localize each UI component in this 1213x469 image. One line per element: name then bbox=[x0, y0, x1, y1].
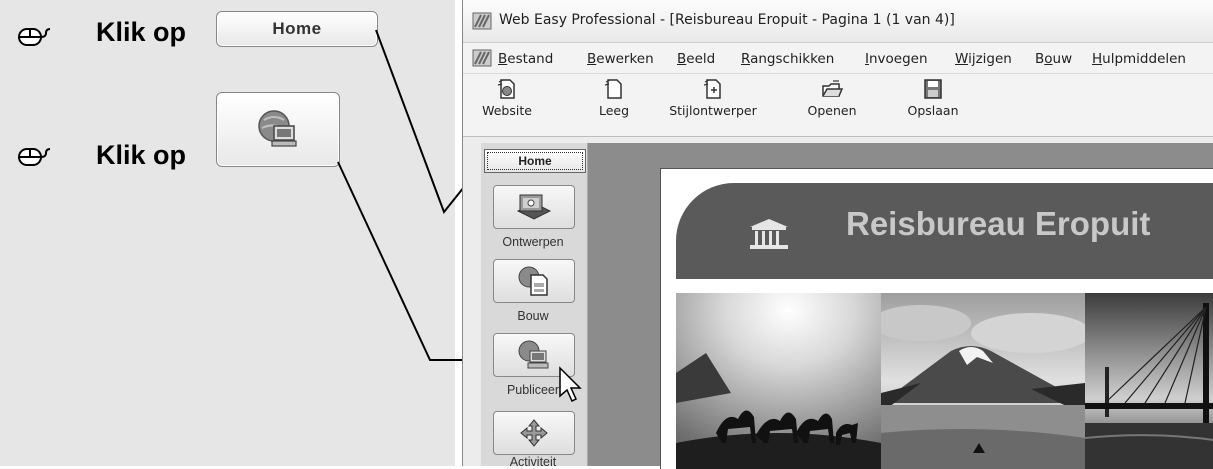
step2-text: Klik op bbox=[96, 140, 187, 170]
sidebar-ontwerpen-button[interactable] bbox=[493, 185, 575, 229]
page-canvas: Reisbureau Eropuit bbox=[588, 143, 1213, 469]
menu-bewerken[interactable]: Bewerken bbox=[587, 51, 654, 67]
sidebar: Home Ontwerpen Bouw Publiceer Activiteit bbox=[481, 143, 588, 469]
mouse-icon bbox=[18, 148, 51, 166]
build-page-icon bbox=[518, 266, 548, 296]
new-website-icon bbox=[497, 79, 515, 99]
sidebar-activiteit-label: Activiteit bbox=[509, 455, 557, 469]
toolbar-stijlontwerper-label: Stijlontwerper bbox=[669, 103, 757, 118]
toolbar-website-label: Website bbox=[482, 103, 532, 118]
web-page-preview[interactable]: Reisbureau Eropuit bbox=[660, 168, 1213, 469]
toolbar-opslaan-button[interactable]: Opslaan bbox=[903, 78, 963, 118]
new-blank-page-icon bbox=[604, 79, 622, 99]
page-banner-title: Reisbureau Eropuit bbox=[846, 205, 1151, 242]
suspension-bridge-photo bbox=[1085, 293, 1213, 469]
mouse-icon bbox=[18, 28, 51, 46]
toolbar-openen-button[interactable]: Openen bbox=[802, 78, 862, 118]
app-window: Web Easy Professional - [Reisbureau Erop… bbox=[462, 0, 1213, 469]
desert-camels-photo bbox=[676, 293, 881, 469]
instruction-panel: Klik op Home Klik op bbox=[0, 0, 455, 466]
publish-computer-icon bbox=[518, 340, 549, 369]
toolbar-opslaan-label: Opslaan bbox=[907, 103, 959, 118]
menu-invoegen[interactable]: Invoegen bbox=[865, 51, 928, 67]
mount-fuji-lake-photo bbox=[881, 293, 1085, 469]
mouse-cursor-icon bbox=[559, 366, 582, 403]
window-title: Web Easy Professional - [Reisbureau Erop… bbox=[499, 12, 955, 28]
toolbar-website-button[interactable]: Website bbox=[477, 78, 537, 118]
app-logo-icon bbox=[472, 12, 492, 30]
toolbar-leeg-label: Leeg bbox=[598, 103, 630, 118]
menu-wijzigen[interactable]: Wijzigen bbox=[955, 51, 1012, 67]
sidebar-ontwerpen-label: Ontwerpen bbox=[502, 235, 564, 249]
callout-publish-button bbox=[216, 92, 340, 167]
save-disk-icon bbox=[924, 79, 942, 99]
sidebar-activiteit-button[interactable] bbox=[493, 411, 575, 455]
menu-hulpmiddelen[interactable]: Hulpmiddelen bbox=[1092, 51, 1186, 67]
menu-bestand[interactable]: Bestand bbox=[498, 51, 553, 67]
toolbar: Website Leeg Stijlontwerper Openen Opsla… bbox=[463, 74, 1213, 137]
sidebar-home-button[interactable]: Home bbox=[484, 149, 586, 173]
callout-home-button: Home bbox=[216, 11, 378, 47]
temple-logo-icon bbox=[750, 219, 788, 249]
page-banner: Reisbureau Eropuit bbox=[676, 183, 1213, 279]
toolbar-openen-label: Openen bbox=[807, 103, 857, 118]
step1-text: Klik op bbox=[96, 17, 187, 47]
title-bar: Web Easy Professional - [Reisbureau Erop… bbox=[463, 0, 1213, 43]
app-menu-icon[interactable] bbox=[472, 49, 492, 67]
open-folder-icon bbox=[822, 80, 844, 97]
style-designer-icon bbox=[703, 79, 721, 99]
publish-computer-icon bbox=[258, 109, 297, 147]
sidebar-bouw-button[interactable] bbox=[493, 259, 575, 303]
sidebar-bouw-label: Bouw bbox=[517, 309, 549, 323]
toolbar-leeg-button[interactable]: Leeg bbox=[589, 78, 639, 118]
design-book-icon bbox=[516, 194, 552, 220]
menu-rangschikken[interactable]: Rangschikken bbox=[741, 51, 834, 67]
menu-beeld[interactable]: Beeld bbox=[677, 51, 715, 67]
menu-bar: Bestand Bewerken Beeld Rangschikken Invo… bbox=[463, 43, 1213, 74]
menu-bouw[interactable]: Bouw bbox=[1035, 51, 1072, 67]
toolbar-stijlontwerper-button[interactable]: Stijlontwerper bbox=[661, 78, 765, 118]
activity-arrows-icon bbox=[520, 419, 548, 447]
